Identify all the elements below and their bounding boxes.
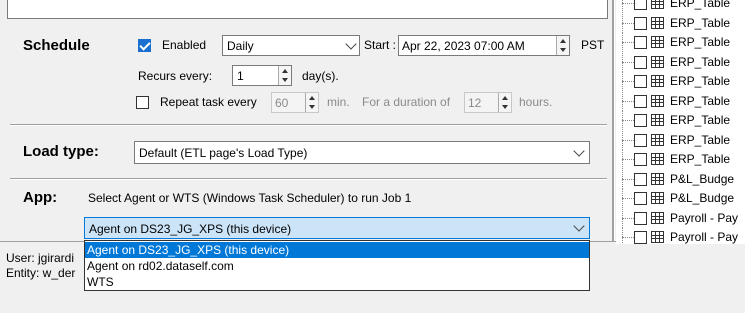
recurs-every-value: 1 <box>237 69 244 83</box>
table-icon <box>651 94 664 107</box>
app-description: Select Agent or WTS (Windows Task Schedu… <box>88 191 412 205</box>
tree-item-label: ERP_Table <box>670 152 731 166</box>
repeat-interval-spinner[interactable] <box>305 93 318 112</box>
table-icon <box>651 36 664 48</box>
tree-item-checkbox[interactable] <box>634 16 647 30</box>
app-heading: App: <box>23 189 58 206</box>
user-label: User: jgirardi <box>6 251 75 265</box>
panel-splitter[interactable] <box>612 0 615 244</box>
tree-item[interactable]: ERP_Table <box>620 52 745 72</box>
tree-item-checkbox[interactable] <box>634 36 647 49</box>
tree-item-checkbox[interactable] <box>634 192 647 205</box>
repeat-unit-label: min. <box>327 95 350 109</box>
tree-item-label: Payroll - Pay <box>670 210 739 225</box>
table-icon <box>651 192 664 204</box>
frequency-select[interactable]: Daily <box>222 35 360 56</box>
divider <box>10 178 607 180</box>
app-select-value: Agent on DS23_JG_XPS (this device) <box>89 222 292 236</box>
tree-item-label: ERP_Table <box>670 15 731 30</box>
tree-item-checkbox[interactable] <box>634 211 647 225</box>
tree-item[interactable]: P&L_Budge <box>620 189 745 208</box>
tree-item-label: ERP_Table <box>670 93 731 108</box>
entity-label: Entity: w_der <box>6 266 76 280</box>
app-select[interactable]: Agent on DS23_JG_XPS (this device) <box>84 217 590 239</box>
schedule-heading: Schedule <box>23 37 90 54</box>
duration-unit-label: hours. <box>519 95 553 109</box>
tree-item-label: ERP_Table <box>670 113 731 127</box>
app-option[interactable]: Agent on rd02.dataself.com <box>85 258 589 274</box>
repeat-interval-value: 60 <box>275 96 289 110</box>
table-icon <box>651 16 664 29</box>
tree-item-checkbox[interactable] <box>634 75 647 88</box>
chevron-down-icon <box>573 220 585 232</box>
tree-item-label: ERP_Table <box>670 132 731 147</box>
tree-item-checkbox[interactable] <box>634 172 647 186</box>
start-datetime-field[interactable]: Apr 22, 2023 07:00 AM <box>398 35 570 56</box>
table-icon <box>651 231 664 243</box>
table-icon <box>651 75 664 87</box>
app-dropdown-list: Agent on DS23_JG_XPS (this device) Agent… <box>84 240 590 291</box>
table-icon <box>651 114 664 126</box>
load-type-value: Default (ETL page's Load Type) <box>139 146 308 160</box>
duration-label: For a duration of <box>362 95 451 109</box>
enabled-label: Enabled <box>162 38 207 52</box>
table-icon <box>651 211 664 224</box>
chevron-down-icon <box>573 145 585 157</box>
chevron-down-icon <box>345 38 357 50</box>
load-type-heading: Load type: <box>23 143 99 160</box>
start-datetime-value: Apr 22, 2023 07:00 AM <box>402 39 525 53</box>
table-icon <box>651 55 664 68</box>
load-type-select[interactable]: Default (ETL page's Load Type) <box>134 141 590 164</box>
tree-item[interactable]: Payroll - Pay <box>620 228 745 244</box>
repeat-task-checkbox[interactable] <box>136 96 149 109</box>
duration-value: 12 <box>468 96 482 110</box>
tree-item[interactable]: P&L_Budge <box>620 169 745 189</box>
tree-item-checkbox[interactable] <box>634 114 647 127</box>
tree-item-label: Payroll - Pay <box>670 230 739 244</box>
tree-item[interactable]: ERP_Table <box>620 13 745 33</box>
frequency-value: Daily <box>227 39 254 53</box>
duration-stepper[interactable]: 12 <box>464 92 512 113</box>
tree-item-label: ERP_Table <box>670 35 731 49</box>
repeat-interval-stepper[interactable]: 60 <box>271 92 319 113</box>
table-icon <box>651 153 664 165</box>
tree-item[interactable]: Payroll - Pay <box>620 208 745 228</box>
tree-item[interactable]: ERP_Table <box>620 91 745 111</box>
table-icon <box>651 0 664 9</box>
tree-item-checkbox[interactable] <box>634 133 647 147</box>
timezone-label: PST <box>581 38 605 52</box>
tree-item-label: ERP_Table <box>670 0 731 10</box>
app-option[interactable]: WTS <box>85 274 589 290</box>
table-icon <box>651 133 664 146</box>
table-icon <box>651 172 664 185</box>
tree-item-checkbox[interactable] <box>634 153 647 166</box>
tree-item-label: ERP_Table <box>670 74 731 88</box>
tree-item-checkbox[interactable] <box>634 0 647 10</box>
recurs-every-spinner[interactable] <box>278 66 291 85</box>
tree-item[interactable]: ERP_Table <box>620 33 745 52</box>
start-datetime-spinner[interactable] <box>556 36 569 55</box>
tree-item-checkbox[interactable] <box>634 94 647 108</box>
tree-item-checkbox[interactable] <box>634 55 647 69</box>
recurs-every-stepper[interactable]: 1 <box>232 65 292 86</box>
app-option[interactable]: Agent on DS23_JG_XPS (this device) <box>85 242 589 258</box>
start-label: Start : <box>364 38 397 52</box>
tree-item[interactable]: ERP_Table <box>620 150 745 169</box>
tree-item[interactable]: ERP_Table <box>620 72 745 91</box>
tree-item[interactable]: ERP_Table <box>620 111 745 130</box>
enabled-checkbox[interactable] <box>138 39 151 52</box>
description-textarea[interactable] <box>7 0 608 19</box>
duration-spinner[interactable] <box>498 93 511 112</box>
recurs-every-label: Recurs every: <box>138 69 213 83</box>
divider <box>10 124 607 126</box>
recurs-unit-label: day(s). <box>302 69 339 83</box>
tree-item-checkbox[interactable] <box>634 231 647 244</box>
repeat-task-label: Repeat task every <box>160 95 257 109</box>
tree-item[interactable]: ERP_Table <box>620 0 745 13</box>
tree-item-label: P&L_Budge <box>670 171 735 186</box>
tree-item[interactable]: ERP_Table <box>620 130 745 150</box>
tree-item-label: ERP_Table <box>670 54 731 69</box>
tree-item-label: P&L_Budge <box>670 191 735 205</box>
